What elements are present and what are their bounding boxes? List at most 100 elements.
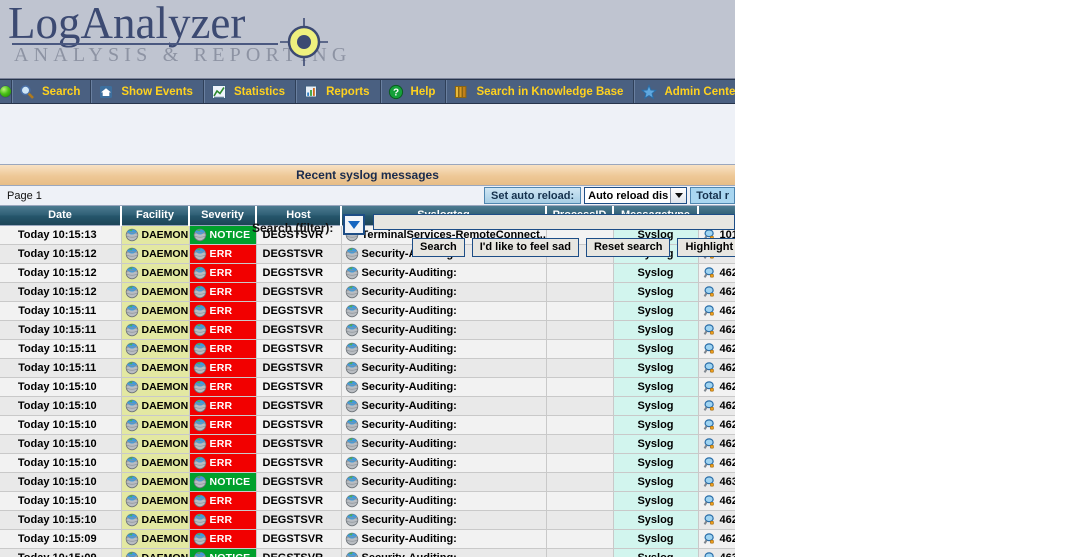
severity-label: ERR	[209, 324, 233, 336]
table-row[interactable]: Today 10:15:10 DAEMON ERR DEGSTSVR Security-…	[0, 396, 735, 416]
table-row[interactable]: Today 10:15:10 DAEMON NOTICE DEGSTSVR Securi…	[0, 472, 735, 492]
nav-label: Help	[410, 85, 436, 98]
table-row[interactable]: Today 10:15:11 DAEMON ERR DEGSTSVR Security-…	[0, 301, 735, 321]
cell-processid	[546, 510, 614, 530]
reset-search-button[interactable]: Reset search	[585, 238, 671, 257]
severity-label: ERR	[209, 305, 233, 317]
column-header-date[interactable]: Date	[0, 206, 122, 226]
facility-label: DAEMON	[141, 419, 189, 431]
syslogtag-label: Security-Auditing:	[361, 305, 457, 317]
table-row[interactable]: Today 10:15:11 DAEMON ERR DEGSTSVR Security-…	[0, 339, 735, 359]
cell-messagetype: Syslog	[613, 358, 699, 378]
nav-item-reports[interactable]: Reports	[296, 80, 381, 103]
extra-value: 462	[719, 267, 735, 279]
globe-icon	[193, 228, 206, 242]
facility-label: DAEMON	[141, 324, 189, 336]
table-row[interactable]: Today 10:15:10 DAEMON ERR DEGSTSVR Security-…	[0, 415, 735, 435]
cell-severity: NOTICE	[189, 225, 257, 245]
magnifier-blue-icon	[703, 533, 714, 544]
extra-value: 462	[719, 324, 735, 336]
nav-item-help[interactable]: ? Help	[380, 80, 447, 103]
nav-item-admin-center[interactable]: Admin Center	[634, 80, 735, 103]
cell-facility: DAEMON	[121, 320, 190, 340]
set-auto-reload-button[interactable]: Set auto reload:	[484, 187, 582, 204]
facility-label: DAEMON	[141, 514, 189, 526]
extra-value: 462	[719, 400, 735, 412]
extra-value: 462	[719, 419, 735, 431]
table-row[interactable]: Today 10:15:12 DAEMON ERR DEGSTSVR Security-…	[0, 263, 735, 283]
cell-extra: 462	[698, 415, 735, 435]
cell-syslogtag: Security-Auditing:	[341, 301, 547, 321]
globe-icon	[193, 285, 206, 299]
syslogtag-label: Security-Auditing:	[361, 419, 457, 431]
cell-host: DEGSTSVR	[256, 263, 342, 283]
cell-extra: 463	[698, 472, 735, 492]
cell-messagetype: Syslog	[613, 434, 699, 454]
syslogtag-label: Security-Auditing:	[361, 438, 457, 450]
table-row[interactable]: Today 10:15:09 DAEMON ERR DEGSTSVR Security-…	[0, 529, 735, 549]
globe-icon	[345, 513, 358, 527]
table-row[interactable]: Today 10:15:10 DAEMON ERR DEGSTSVR Security-…	[0, 510, 735, 530]
globe-icon	[193, 513, 206, 527]
nav-item-search-knowledge-base[interactable]: Search in Knowledge Base	[446, 80, 635, 103]
table-row[interactable]: Today 10:15:10 DAEMON ERR DEGSTSVR Security-…	[0, 377, 735, 397]
nav-item-statistics[interactable]: Statistics	[203, 80, 297, 103]
cell-syslogtag: Security-Auditing:	[341, 529, 547, 549]
nav-label: Reports	[326, 85, 370, 98]
table-row[interactable]: Today 10:15:12 DAEMON ERR DEGSTSVR Security-…	[0, 282, 735, 302]
cell-syslogtag: Security-Auditing:	[341, 263, 547, 283]
feel-lucky-button[interactable]: I'd like to feel sad	[471, 238, 579, 257]
column-header-severity[interactable]: Severity	[189, 206, 257, 226]
cell-messagetype: Syslog	[613, 491, 699, 511]
extra-value: 463	[719, 476, 735, 488]
brand-logo[interactable]: LogAnalyzer ANALYSIS & REPORTING	[8, 0, 346, 68]
crosshair-target-icon	[280, 18, 328, 66]
globe-icon	[125, 304, 138, 318]
cell-processid	[546, 548, 614, 557]
cell-date: Today 10:15:10	[0, 415, 122, 435]
table-row[interactable]: Today 10:15:10 DAEMON ERR DEGSTSVR Security-…	[0, 491, 735, 511]
cell-facility: DAEMON	[121, 339, 190, 359]
cell-extra: 462	[698, 529, 735, 549]
magnifier-blue-icon	[703, 343, 714, 354]
cell-date: Today 10:15:09	[0, 548, 122, 557]
svg-text:?: ?	[392, 87, 398, 98]
search-button[interactable]: Search	[412, 238, 465, 257]
chart-icon	[211, 84, 226, 99]
syslogtag-label: Security-Auditing:	[361, 495, 457, 507]
cell-extra: 462	[698, 339, 735, 359]
facility-label: DAEMON	[141, 400, 189, 412]
highlight-button[interactable]: Highlight	[677, 238, 735, 257]
table-row[interactable]: Today 10:15:10 DAEMON ERR DEGSTSVR Security-…	[0, 453, 735, 473]
globe-icon	[345, 494, 358, 508]
globe-icon	[125, 228, 138, 242]
table-row[interactable]: Today 10:15:11 DAEMON ERR DEGSTSVR Security-…	[0, 358, 735, 378]
cell-messagetype: Syslog	[613, 472, 699, 492]
severity-label: ERR	[209, 533, 233, 545]
severity-label: ERR	[209, 419, 233, 431]
table-row[interactable]: Today 10:15:11 DAEMON ERR DEGSTSVR Security-…	[0, 320, 735, 340]
nav-item-search[interactable]: Search	[12, 80, 92, 103]
search-filter-dropdown-button[interactable]	[343, 214, 365, 235]
table-row[interactable]: Today 10:15:10 DAEMON ERR DEGSTSVR Security-…	[0, 434, 735, 454]
column-header-facility[interactable]: Facility	[121, 206, 190, 226]
cell-syslogtag: Security-Auditing:	[341, 415, 547, 435]
nav-label: Admin Center	[664, 85, 735, 98]
cell-messagetype: Syslog	[613, 339, 699, 359]
cell-extra: 462	[698, 377, 735, 397]
cell-facility: DAEMON	[121, 453, 190, 473]
panel-title-bar: Recent syslog messages	[0, 165, 735, 186]
auto-reload-select[interactable]: Auto reload dis	[584, 187, 688, 204]
cell-messagetype: Syslog	[613, 396, 699, 416]
cell-host: DEGSTSVR	[256, 415, 342, 435]
cell-host: DEGSTSVR	[256, 320, 342, 340]
globe-icon	[345, 418, 358, 432]
search-input[interactable]	[373, 214, 735, 230]
extra-value: 462	[719, 343, 735, 355]
page-control-bar: Page 1 Set auto reload: Auto reload dis …	[0, 186, 735, 206]
globe-icon	[193, 418, 206, 432]
cell-host: DEGSTSVR	[256, 453, 342, 473]
table-row[interactable]: Today 10:15:09 DAEMON NOTICE DEGSTSVR Securi…	[0, 548, 735, 557]
nav-item-show-events[interactable]: Show Events	[91, 80, 204, 103]
cell-severity: ERR	[189, 339, 257, 359]
